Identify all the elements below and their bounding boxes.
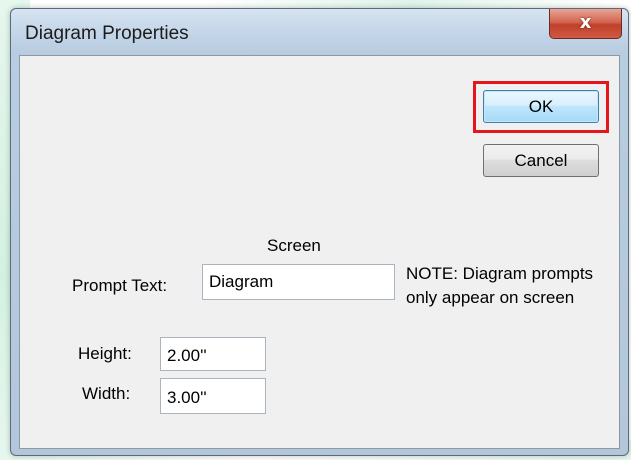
dialog-client-area: OK Cancel Screen Prompt Text: Diagram NO… xyxy=(19,55,620,449)
close-button[interactable]: x xyxy=(549,9,622,39)
note-text-line-1: NOTE: Diagram prompts xyxy=(406,264,594,283)
screen-section-label: Screen xyxy=(267,236,321,255)
height-value: 2.00'' xyxy=(167,346,207,365)
note-text-line-2: only appear on screen xyxy=(406,288,575,307)
prompt-text-label: Prompt Text: xyxy=(72,276,168,295)
title-bar[interactable]: Diagram Properties x xyxy=(11,9,628,55)
diagram-properties-dialog: Diagram Properties x OK Cancel Screen Pr… xyxy=(10,8,629,456)
cancel-button-label: Cancel xyxy=(514,151,568,170)
width-label: Width: xyxy=(82,384,131,403)
prompt-text-value: Diagram xyxy=(209,272,274,291)
dialog-title: Diagram Properties xyxy=(25,23,189,44)
cancel-button[interactable]: Cancel xyxy=(483,144,599,177)
close-icon: x xyxy=(579,12,592,33)
height-input[interactable]: 2.00'' xyxy=(160,337,266,371)
height-label: Height: xyxy=(78,344,132,363)
prompt-text-input[interactable]: Diagram xyxy=(202,264,395,300)
ok-button[interactable]: OK xyxy=(483,90,599,123)
width-input[interactable]: 3.00'' xyxy=(160,378,266,414)
ok-button-label: OK xyxy=(528,97,554,116)
width-value: 3.00'' xyxy=(167,388,207,407)
